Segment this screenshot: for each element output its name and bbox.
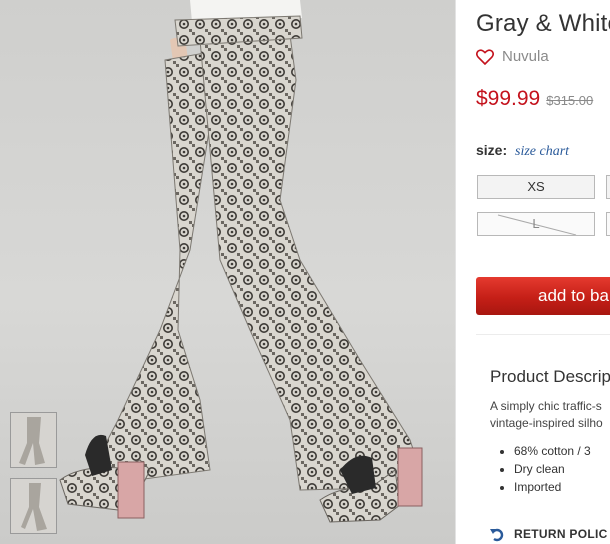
bullet-item: Imported <box>514 478 591 496</box>
description-bullets: 68% cotton / 3 Dry clean Imported <box>514 442 591 496</box>
thumbnail-2[interactable] <box>10 478 57 534</box>
price-row: $99.99 $315.00 <box>476 87 593 111</box>
size-option-l-unavailable: L <box>477 212 595 236</box>
size-row: size: size chart <box>476 142 569 160</box>
size-option-l-label: L <box>532 216 540 231</box>
product-info-panel: Gray & White Nuvula $99.99 $315.00 size: … <box>476 0 610 544</box>
size-option-xs[interactable]: XS <box>477 175 595 199</box>
description-line-1: A simply chic traffic-s <box>490 399 602 413</box>
thumbnail-1[interactable] <box>10 412 57 468</box>
description-line-2: vintage-inspired silho <box>490 416 603 430</box>
brand-link[interactable]: Nuvula <box>502 48 549 65</box>
add-to-bag-button[interactable]: add to ba <box>476 277 610 315</box>
product-title: Gray & White <box>476 10 610 37</box>
section-divider <box>476 334 610 335</box>
heart-icon[interactable] <box>476 48 494 65</box>
size-option-next[interactable] <box>606 175 610 199</box>
return-policy-label: RETURN POLIC <box>514 527 608 541</box>
return-policy-link[interactable]: RETURN POLIC <box>490 526 608 542</box>
description-text: A simply chic traffic-s vintage-inspired… <box>490 398 603 432</box>
product-image <box>0 0 455 544</box>
bullet-item: 68% cotton / 3 <box>514 442 591 460</box>
image-divider <box>455 0 456 544</box>
brand-row: Nuvula <box>476 48 549 65</box>
original-price: $315.00 <box>546 93 594 108</box>
bullet-item: Dry clean <box>514 460 591 478</box>
size-label: size: <box>476 142 508 158</box>
size-option-next-unavailable <box>606 212 610 236</box>
description-title: Product Descrip <box>490 367 610 386</box>
return-arrow-icon <box>490 526 504 542</box>
product-photo-illustration <box>59 0 423 523</box>
size-chart-link[interactable]: size chart <box>515 144 569 159</box>
sale-price: $99.99 <box>476 87 541 110</box>
